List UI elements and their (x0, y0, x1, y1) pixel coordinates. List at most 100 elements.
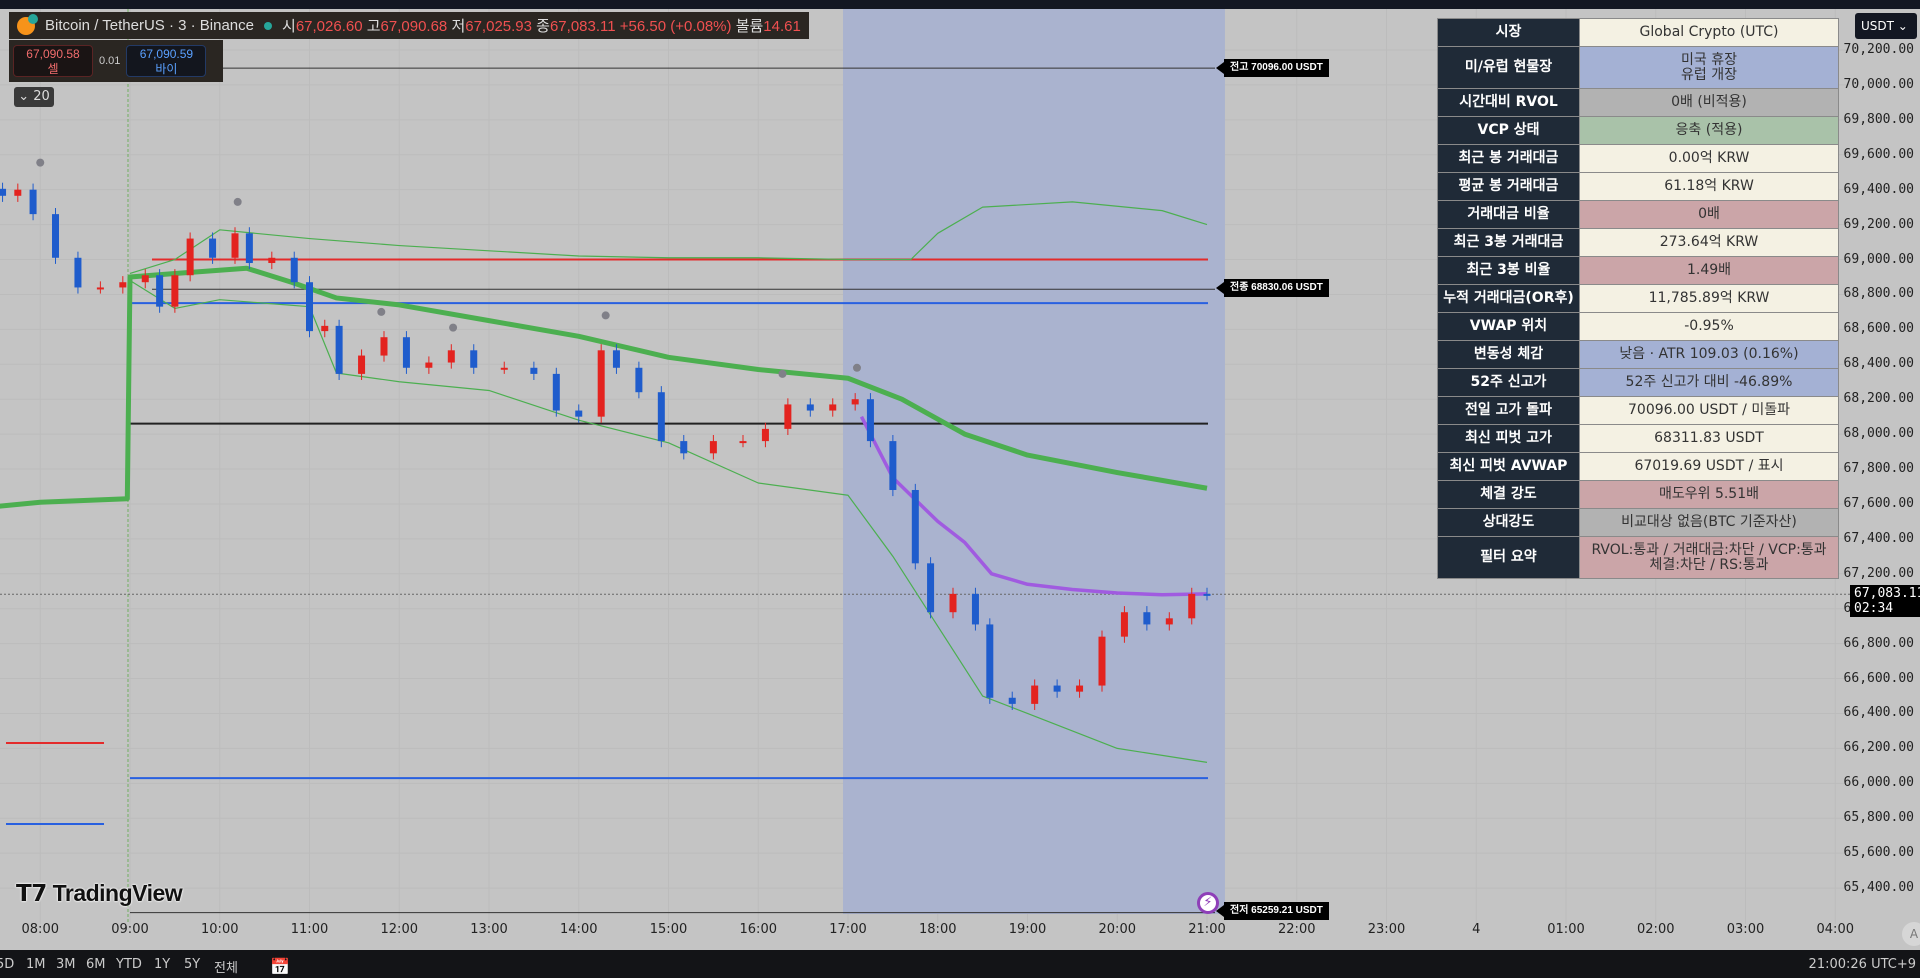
row-label: 체결 강도 (1437, 480, 1580, 509)
candle-body (986, 624, 994, 698)
symbol-legend[interactable]: Bitcoin / TetherUS · 3 · Binance 시67,026… (9, 12, 809, 39)
candle-body (171, 275, 179, 307)
time-tick: 01:00 (1547, 922, 1585, 937)
row-value: -0.95% (1579, 312, 1839, 341)
candle-body (806, 404, 814, 411)
table-row: VWAP 위치 -0.95% (1437, 312, 1839, 341)
candle-body (597, 350, 605, 417)
candle-body (96, 287, 104, 290)
time-tick: 4 (1472, 922, 1481, 937)
candle-body (971, 593, 979, 625)
candle-body (358, 355, 366, 374)
time-tick: 19:00 (1008, 922, 1047, 937)
row-label: 거래대금 비율 (1437, 200, 1580, 229)
time-tick: 09:00 (111, 922, 149, 937)
bar-countdown: 02:34 (1854, 601, 1894, 616)
candle-body (290, 257, 298, 283)
row-label: 최신 피벗 AVWAP (1437, 452, 1580, 481)
price-tick: 70,200.00 (1843, 42, 1914, 57)
collapse-indicators-button[interactable]: ⌄ 20 (14, 87, 54, 107)
range-button[interactable]: 5Y (184, 957, 200, 972)
candle-body (927, 563, 935, 613)
row-value: 61.18억 KRW (1579, 172, 1839, 201)
row-label: VWAP 위치 (1437, 312, 1580, 341)
row-value: 70096.00 USDT / 미돌파 (1579, 396, 1839, 425)
table-row: 최근 3봉 거래대금 273.64억 KRW (1437, 228, 1839, 257)
table-row: 최근 봉 거래대금 0.00억 KRW (1437, 144, 1839, 173)
low-value: 67,025.93 (465, 18, 532, 35)
pivot-high-marker (601, 311, 610, 320)
prev-high-tag: 전고 70096.00 USDT (1216, 59, 1329, 77)
calendar-goto-icon[interactable]: 📅 (270, 957, 290, 976)
sell-price: 67,090.58 (26, 47, 80, 61)
candle-body (402, 337, 410, 368)
currency-select[interactable]: USDT ⌄ (1855, 13, 1917, 39)
price-tick: 67,600.00 (1843, 495, 1914, 511)
candle-body (29, 189, 37, 215)
close-label: 종 (536, 18, 550, 35)
row-value: 매도우위 5.51배 (1579, 480, 1839, 509)
row-value: 0.00억 KRW (1579, 144, 1839, 173)
price-tick: 66,800.00 (1843, 635, 1914, 651)
time-tick: 22:00 (1278, 922, 1316, 937)
range-button[interactable]: 6M (86, 957, 106, 972)
price-tick: 65,400.00 (1843, 880, 1914, 896)
candle-body (889, 441, 897, 490)
table-row: 시장 Global Crypto (UTC) (1437, 18, 1839, 47)
table-row: 누적 거래대금(OR후) 11,785.89억 KRW (1437, 284, 1839, 313)
candle-body (530, 367, 538, 374)
time-tick: 08:00 (21, 922, 59, 937)
range-button[interactable]: YTD (116, 957, 142, 972)
volume-value: 14.61 (763, 18, 801, 35)
table-row: 시간대비 RVOL 0배 (비적용) (1437, 88, 1839, 117)
candle-body (657, 392, 665, 442)
auto-scale-button[interactable]: A (1902, 922, 1920, 946)
table-row: 최신 피벗 고가 68311.83 USDT (1437, 424, 1839, 453)
candle-body (268, 257, 276, 264)
clock[interactable]: 21:00:26 UTC+9 (1809, 957, 1916, 972)
time-tick: 18:00 (919, 922, 957, 937)
row-label: 누적 거래대금(OR후) (1437, 284, 1580, 313)
range-button[interactable]: 3M (56, 957, 76, 972)
table-row: 상대강도 비교대상 없음(BTC 기준자산) (1437, 508, 1839, 537)
candle-body (829, 404, 837, 411)
high-value: 67,090.68 (380, 18, 448, 35)
candle-body (1076, 685, 1084, 692)
low-label: 저 (451, 18, 466, 35)
buy-button[interactable]: 67,090.59 바이 (126, 45, 207, 77)
price-tick: 70,000.00 (1843, 76, 1914, 92)
sell-label: 셀 (47, 62, 59, 76)
time-tick: 02:00 (1637, 922, 1675, 937)
row-value: Global Crypto (UTC) (1579, 18, 1839, 47)
candle-body (949, 593, 957, 613)
candle-body (447, 350, 455, 363)
table-row: 최근 3봉 비율 1.49배 (1437, 256, 1839, 285)
row-label: 변동성 체감 (1437, 340, 1580, 369)
close-value: 67,083.11 (549, 18, 616, 35)
row-label: 시간대비 RVOL (1437, 88, 1580, 117)
row-value: 0배 (1579, 200, 1839, 229)
candle-body (1165, 618, 1173, 625)
row-value: 11,785.89억 KRW (1579, 284, 1839, 313)
pivot-high-marker (36, 158, 45, 167)
symbol-title[interactable]: Bitcoin / TetherUS · 3 · Binance (45, 17, 254, 34)
candle-body (52, 214, 60, 258)
price-tick: 67,400.00 (1843, 530, 1914, 546)
range-button[interactable]: 전체 (214, 957, 238, 976)
range-button[interactable]: 5D (0, 957, 14, 972)
table-row: 거래대금 비율 0배 (1437, 200, 1839, 229)
range-button[interactable]: 1M (26, 957, 46, 972)
prev-low-tag: 전저 65259.21 USDT (1216, 902, 1329, 920)
row-value: 비교대상 없음(BTC 기준자산) (1579, 508, 1839, 537)
candle-body (612, 350, 620, 368)
time-tick: 04:00 (1816, 922, 1854, 937)
row-label: 52주 신고가 (1437, 368, 1580, 397)
sell-button[interactable]: 67,090.58 셀 (13, 45, 93, 77)
row-label: 최근 3봉 비율 (1437, 256, 1580, 285)
change-value: +56.50 (+0.08%) (619, 18, 732, 35)
range-button[interactable]: 1Y (154, 957, 170, 972)
candle-body (306, 282, 313, 332)
time-tick: 12:00 (380, 922, 418, 937)
lightning-icon[interactable]: ⚡ (1197, 892, 1219, 914)
candle-body (156, 275, 164, 307)
